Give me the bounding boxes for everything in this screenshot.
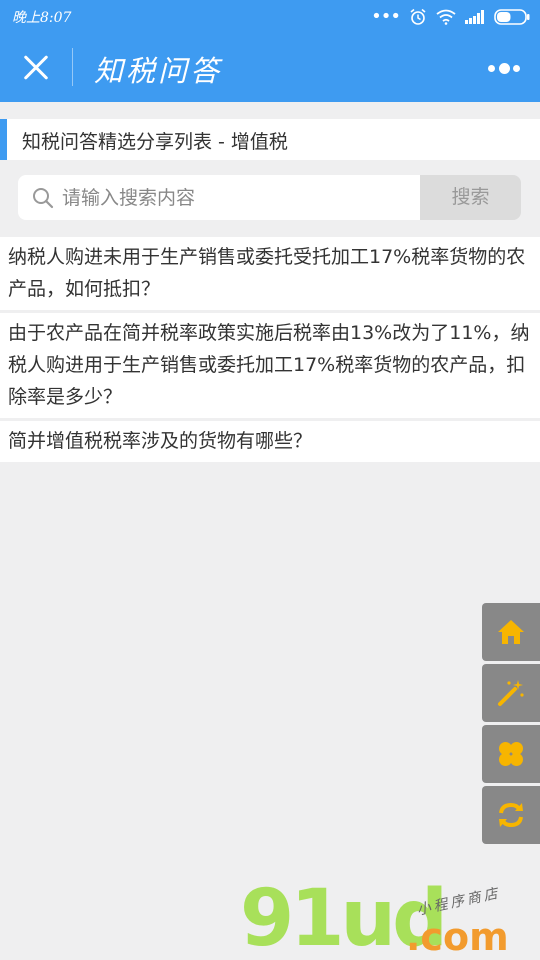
header-accent-bar bbox=[0, 119, 7, 160]
clover-icon bbox=[499, 742, 523, 766]
status-bar: 晚上8:07 ••• bbox=[0, 0, 540, 34]
wifi-icon bbox=[436, 9, 456, 25]
home-button[interactable] bbox=[482, 603, 540, 661]
list-header: 知税问答精选分享列表 - 增值税 bbox=[0, 119, 540, 160]
refresh-icon bbox=[499, 802, 523, 828]
alarm-icon bbox=[410, 8, 426, 25]
more-dot-icon bbox=[488, 64, 495, 72]
more-dot-icon bbox=[498, 62, 510, 74]
list-item[interactable]: 纳税人购进未用于生产销售或委托受托加工17%税率货物的农产品，如何抵扣？ bbox=[0, 237, 540, 310]
status-icons: ••• bbox=[371, 6, 530, 28]
magic-button[interactable] bbox=[482, 664, 540, 722]
signal-icon bbox=[465, 10, 484, 24]
search-button[interactable]: 搜索 bbox=[420, 175, 521, 220]
search-icon bbox=[33, 188, 54, 209]
watermark-logo: 91ud 小程序商店 .com bbox=[240, 879, 540, 960]
title-bar: 知税问答 bbox=[0, 34, 540, 102]
search-box bbox=[18, 175, 422, 220]
more-options-button[interactable] bbox=[488, 56, 520, 80]
title-divider bbox=[72, 48, 73, 86]
search-input[interactable] bbox=[62, 175, 412, 220]
magic-wand-icon bbox=[498, 680, 524, 706]
status-time: 晚上8:07 bbox=[12, 10, 72, 26]
refresh-button[interactable] bbox=[482, 786, 540, 844]
battery-icon bbox=[494, 9, 530, 25]
list-item[interactable]: 简并增值税税率涉及的货物有哪些？ bbox=[0, 421, 540, 462]
watermark-domain: .com bbox=[406, 915, 509, 959]
clover-button[interactable] bbox=[482, 725, 540, 783]
more-dot-icon bbox=[513, 64, 520, 72]
more-dots-icon: ••• bbox=[371, 6, 401, 27]
home-icon bbox=[498, 620, 524, 644]
close-button[interactable] bbox=[18, 50, 54, 86]
page-title: 知税问答 bbox=[94, 54, 223, 88]
list-header-title: 知税问答精选分享列表 - 增值税 bbox=[22, 131, 288, 153]
question-list: 纳税人购进未用于生产销售或委托受托加工17%税率货物的农产品，如何抵扣？ 由于农… bbox=[0, 237, 540, 465]
floating-menu bbox=[482, 603, 540, 847]
list-item[interactable]: 由于农产品在简并税率政策实施后税率由13%改为了11%，纳税人购进用于生产销售或… bbox=[0, 313, 540, 418]
